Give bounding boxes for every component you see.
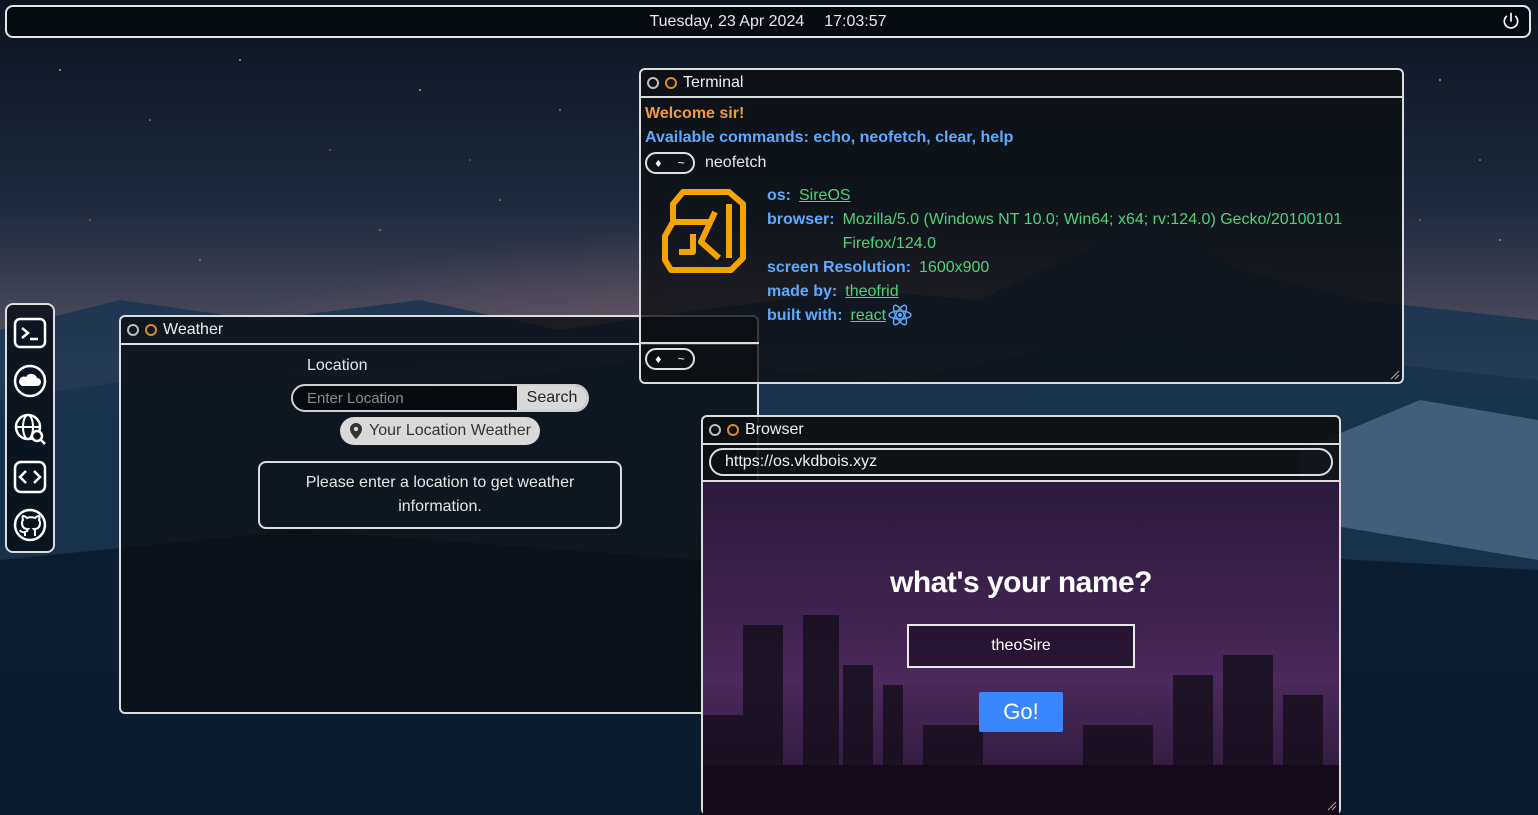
resize-handle-icon[interactable]: [1390, 370, 1400, 380]
dock-weather-button[interactable]: [12, 363, 48, 399]
name-prompt-heading: what's your name?: [889, 566, 1153, 599]
resolution-label: screen Resolution:: [767, 259, 912, 276]
close-icon[interactable]: [709, 424, 721, 436]
built-with-value[interactable]: react: [851, 304, 887, 328]
resolution-value: 1600x900: [919, 259, 990, 276]
terminal-title: Terminal: [683, 74, 744, 91]
browser-label: browser:: [767, 211, 835, 228]
app-dock: [5, 303, 55, 553]
command-text: neofetch: [705, 154, 767, 171]
name-input[interactable]: theoSire: [907, 624, 1135, 668]
resize-handle-icon[interactable]: [1327, 801, 1337, 811]
code-icon: [13, 460, 47, 494]
dock-terminal-button[interactable]: [12, 315, 48, 351]
moai-logo-icon: [662, 189, 746, 273]
url-bar[interactable]: https://os.vkdbois.xyz: [709, 448, 1333, 476]
os-label: os:: [767, 187, 791, 204]
neofetch-info: os: SireOS browser: Mozilla/5.0 (Windows N…: [767, 184, 1373, 328]
made-by-label: made by:: [767, 283, 838, 300]
browser-window: Browser https://os.vkdbois.xyz what's yo…: [701, 415, 1341, 815]
browser-value: Mozilla/5.0 (Windows NT 10.0; Win64; x64…: [842, 211, 1343, 252]
os-value[interactable]: SireOS: [799, 184, 851, 208]
minimize-icon[interactable]: [727, 424, 739, 436]
available-commands-line: Available commands: echo, neofetch, clea…: [645, 129, 1014, 146]
dock-code-button[interactable]: [12, 459, 48, 495]
prompt-symbol: ♦: [655, 156, 662, 170]
built-with-label: built with:: [767, 307, 843, 324]
react-icon: [888, 304, 912, 326]
top-bar: Tuesday, 23 Apr 2024 17:03:57: [5, 5, 1531, 38]
globe-search-icon: [14, 413, 46, 445]
terminal-icon: [13, 317, 47, 349]
date-display: Tuesday, 23 Apr 2024: [649, 12, 805, 30]
location-search-box: Search: [291, 384, 589, 412]
dock-github-button[interactable]: [12, 507, 48, 543]
prompt-badge: ♦ ~: [645, 152, 695, 174]
weather-message: Please enter a location to get weather i…: [258, 461, 622, 529]
time-display: 17:03:57: [824, 12, 887, 30]
minimize-icon[interactable]: [665, 77, 677, 89]
close-icon[interactable]: [647, 77, 659, 89]
weather-title: Weather: [163, 321, 224, 338]
command-line: ♦ ~ neofetch: [645, 150, 1398, 176]
prompt-badge: ♦ ~: [645, 348, 695, 370]
terminal-input-line[interactable]: ♦ ~: [641, 342, 759, 374]
search-button[interactable]: Search: [517, 386, 587, 410]
browser-titlebar[interactable]: Browser: [703, 417, 1339, 445]
prompt-dir: ~: [677, 156, 685, 170]
made-by-value[interactable]: theofrid: [845, 280, 898, 304]
neofetch-output: os: SireOS browser: Mozilla/5.0 (Windows N…: [645, 184, 1398, 328]
close-icon[interactable]: [127, 324, 139, 336]
prompt-dir: ~: [677, 352, 685, 366]
dock-browser-button[interactable]: [12, 411, 48, 447]
location-label: Location: [307, 357, 368, 374]
map-pin-icon: [350, 423, 363, 439]
go-button[interactable]: Go!: [979, 692, 1063, 732]
terminal-output: Welcome sir! Available commands: echo, n…: [641, 98, 1402, 328]
power-icon[interactable]: [1501, 11, 1521, 31]
cloud-icon: [13, 364, 47, 398]
your-location-weather-button[interactable]: Your Location Weather: [340, 417, 540, 445]
github-icon: [13, 508, 47, 542]
terminal-window: Terminal Welcome sir! Available commands…: [639, 68, 1404, 384]
browser-viewport: what's your name? theoSire Go!: [703, 480, 1339, 815]
terminal-titlebar[interactable]: Terminal: [641, 70, 1402, 98]
minimize-icon[interactable]: [145, 324, 157, 336]
url-text: https://os.vkdbois.xyz: [725, 453, 878, 470]
browser-title: Browser: [745, 421, 804, 438]
location-input[interactable]: [293, 386, 517, 410]
welcome-line: Welcome sir!: [645, 105, 745, 122]
prompt-symbol: ♦: [655, 352, 662, 366]
your-location-label: Your Location Weather: [369, 422, 531, 439]
